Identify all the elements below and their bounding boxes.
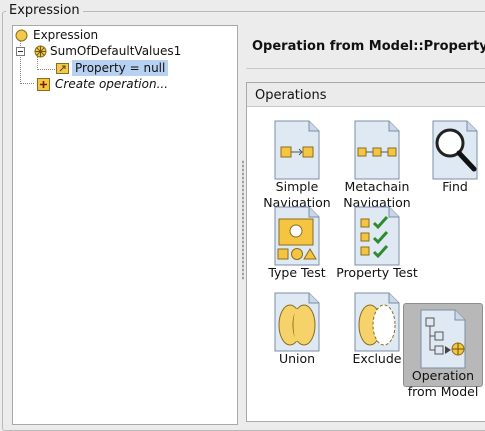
op-simple-navigation[interactable]: Simple Navigation: [257, 115, 337, 210]
op-property-test[interactable]: Property Test: [336, 201, 418, 285]
splitter-handle[interactable]: [242, 160, 244, 280]
property-icon: [56, 63, 69, 74]
simple-navigation-icon: [274, 120, 320, 180]
exclude-icon: [354, 292, 400, 352]
tree-node-create-operation[interactable]: Create operation...: [15, 76, 235, 92]
operations-title-bar: Operations: [247, 83, 485, 107]
property-test-icon: [354, 206, 400, 266]
sum-icon: [34, 45, 47, 58]
group-title: Expression: [6, 3, 83, 18]
metachain-navigation-icon: [354, 120, 400, 180]
magnifier-icon: [432, 120, 478, 180]
union-icon: [274, 292, 320, 352]
op-label: Type Test: [268, 265, 326, 280]
detail-header: Operation from Model::Property: [246, 25, 485, 69]
op-find[interactable]: Find: [415, 115, 485, 199]
tree-node-label: Create operation...: [55, 77, 169, 91]
op-metachain-navigation[interactable]: Metachain Navigation: [337, 115, 417, 210]
op-label: Operation from Model: [407, 368, 479, 399]
expression-tree[interactable]: Expression SumOfDefaultValues1 Property …: [12, 25, 238, 425]
tree-node-property[interactable]: Property = null: [15, 60, 235, 76]
collapse-icon[interactable]: [16, 47, 25, 56]
op-label: Find: [442, 179, 468, 194]
operations-title: Operations: [255, 88, 327, 103]
op-type-test[interactable]: Type Test: [257, 201, 337, 285]
op-union[interactable]: Union: [257, 287, 337, 371]
op-operation-from-model[interactable]: Operation from Model: [403, 303, 483, 399]
tree-node-sum[interactable]: SumOfDefaultValues1: [15, 43, 235, 59]
detail-title: Operation from Model::Property: [252, 39, 485, 54]
tree-node-label: SumOfDefaultValues1: [50, 44, 182, 58]
add-icon: [37, 78, 50, 91]
operation-from-model-icon: [420, 309, 466, 369]
tree-node-label: Expression: [33, 28, 99, 42]
type-test-icon: [274, 206, 320, 266]
tree-node-label: Property = null: [72, 60, 169, 76]
op-label: Property Test: [336, 265, 418, 280]
operations-panel: Operations Simple Navigation Metachain N…: [246, 82, 485, 422]
tree-node-expression[interactable]: Expression: [15, 27, 215, 43]
op-label: Union: [278, 351, 316, 366]
expression-icon: [15, 29, 28, 42]
